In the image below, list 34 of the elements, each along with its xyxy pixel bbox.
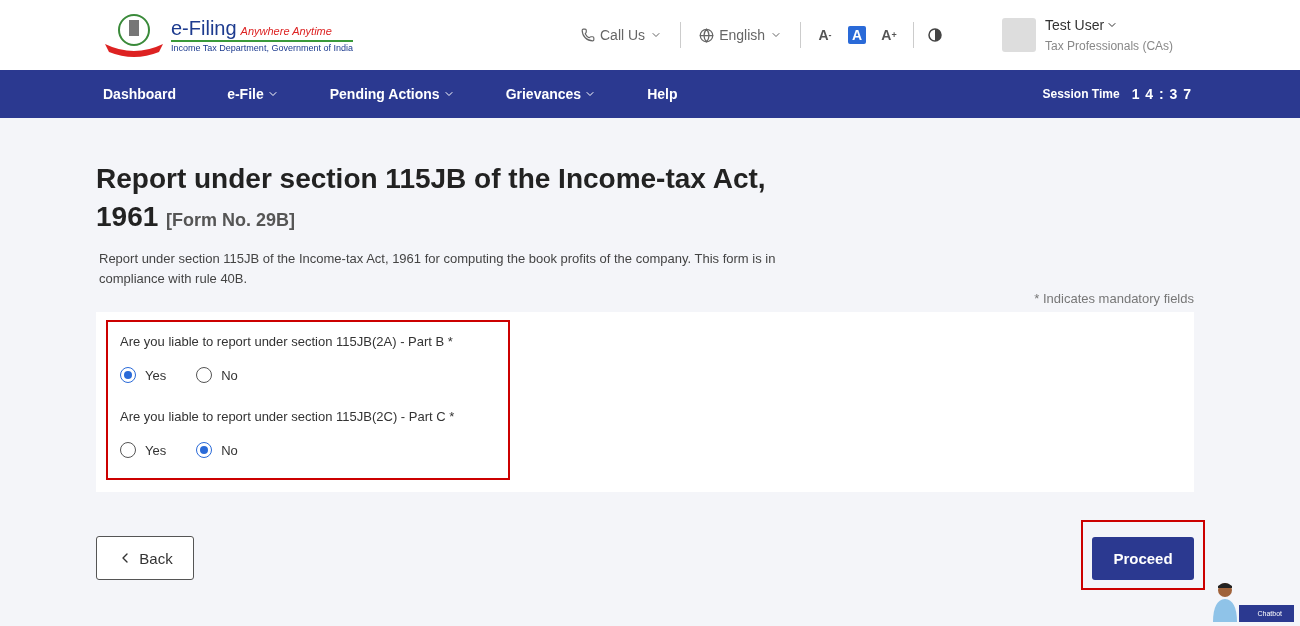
phone-icon	[581, 28, 595, 42]
proceed-button[interactable]: Proceed	[1092, 537, 1194, 580]
radio-option[interactable]: Yes	[120, 367, 167, 383]
nav-item[interactable]: Dashboard	[103, 86, 177, 102]
nav-item[interactable]: Help	[647, 86, 678, 102]
nav-item[interactable]: Pending Actions	[329, 86, 455, 102]
language-menu[interactable]: English	[681, 27, 801, 43]
font-size-button[interactable]: A$^{-}$	[816, 26, 835, 44]
logo-title: e-Filing	[171, 17, 237, 39]
logo-tagline: Anywhere Anytime	[240, 25, 332, 37]
radio-option[interactable]: No	[196, 442, 238, 458]
user-menu[interactable]: Test User	[1045, 17, 1174, 33]
contrast-icon[interactable]	[928, 28, 943, 42]
question-label: Are you liable to report under section 115JB(2A) - Part B *	[120, 334, 454, 349]
user-role: Tax Professionals (CAs)	[1045, 39, 1174, 53]
nav-item[interactable]: Grievances	[505, 86, 597, 102]
globe-icon	[699, 27, 715, 43]
nav-item[interactable]: e-File	[227, 86, 279, 102]
page-description: Report under section 115JB of the Income-tax Act, 1961 for computing the book profits of the company. This form is in compliance with rule 40B.	[99, 250, 777, 288]
logo-subtitle: Income Tax Department, Government of India	[171, 40, 353, 53]
radio-option[interactable]: Yes	[120, 442, 167, 458]
user-avatar	[1002, 18, 1037, 52]
question-label: Are you liable to report under section 115JB(2C) - Part C *	[120, 409, 456, 424]
font-size-button[interactable]: A$^{+}$	[880, 26, 899, 44]
radio-option[interactable]: No	[196, 367, 238, 383]
session-timer: 1 4 : 3 7	[1131, 86, 1192, 102]
back-button[interactable]: Back	[96, 536, 194, 580]
chatbot-figure-icon[interactable]	[1211, 582, 1240, 622]
emblem-logo	[103, 12, 165, 58]
call-us-menu[interactable]: Call Us	[563, 27, 681, 43]
page-title: Report under section 115JB of the Income-tax Act, 1961 [Form No. 29B]	[96, 162, 767, 234]
mandatory-note: * Indicates mandatory fields	[1034, 291, 1194, 306]
font-size-button[interactable]: A	[848, 26, 867, 44]
session-label: Session Time	[1042, 87, 1120, 101]
